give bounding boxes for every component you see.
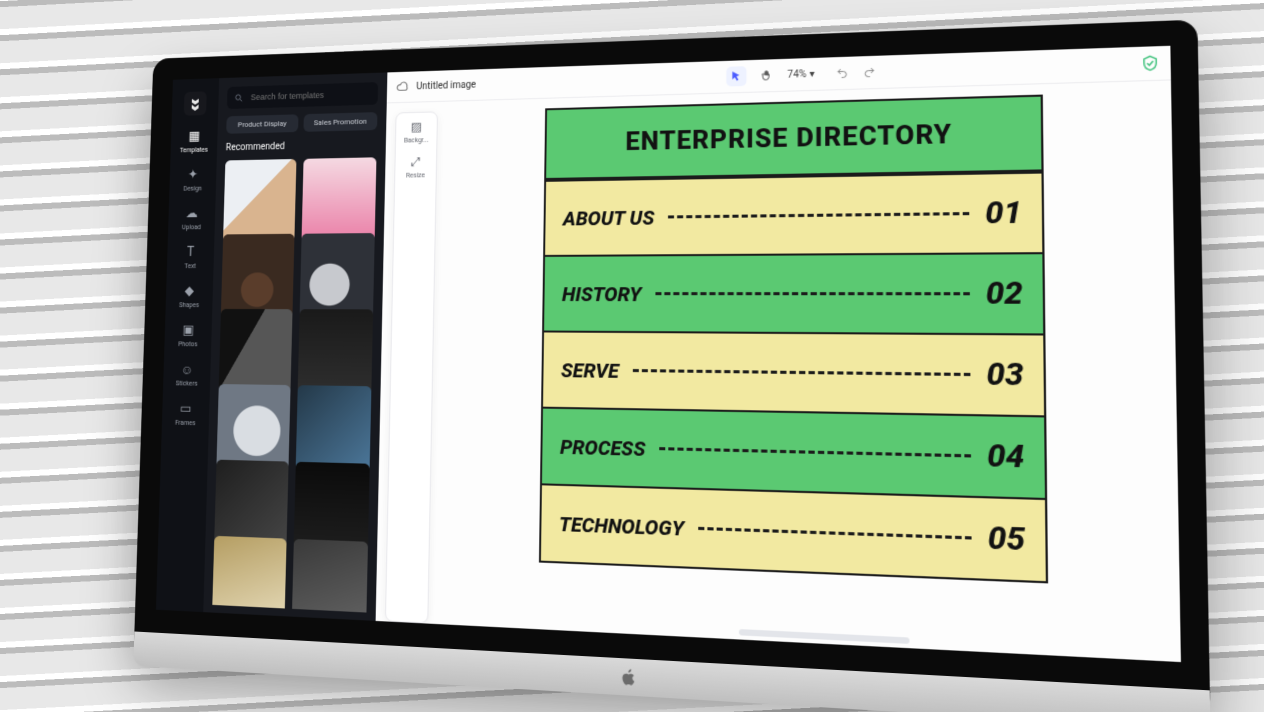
poster-row-number: 05 [987, 520, 1025, 559]
template-thumb[interactable]: Interior Upgrade [291, 539, 368, 613]
panel-label: Backgr... [404, 136, 429, 144]
poster-row[interactable]: SERVE 03 [543, 330, 1044, 415]
category-chips: Product Display Sales Promotion [226, 112, 377, 134]
resize-icon: ⤢ [411, 155, 421, 169]
poster-row-label: TECHNOLOGY [559, 511, 684, 540]
dash-separator [698, 527, 972, 540]
dash-separator [633, 369, 971, 376]
rail-label: Templates [180, 146, 208, 154]
screen-bezel: ▦ Templates ✦ Design ☁ Upload T Text [134, 20, 1211, 712]
cursor-tool[interactable] [726, 66, 746, 86]
rail-item-text[interactable]: T Text [182, 244, 198, 270]
template-grid[interactable]: 30% LONG SHIRT Period Offer Authentic Op… [212, 157, 376, 612]
monitor-mockup: ▦ Templates ✦ Design ☁ Upload T Text [102, 36, 1162, 676]
design-app: ▦ Templates ✦ Design ☁ Upload T Text [156, 46, 1181, 662]
poster[interactable]: ENTERPRISE DIRECTORY ABOUT US 01 HISTORY 02… [539, 95, 1048, 584]
rail-label: Design [183, 185, 202, 193]
panel-background-button[interactable]: ▨ Backgr... [404, 120, 429, 144]
poster-title: ENTERPRISE DIRECTORY [556, 118, 1030, 159]
topbar: Untitled image 74% ▾ [387, 46, 1171, 104]
design-icon: ✦ [185, 166, 201, 183]
panel-resize-button[interactable]: ⤢ Resize [406, 155, 425, 179]
rail-label: Frames [175, 419, 195, 427]
template-thumb[interactable]: Eco Friendly And High Efficient Options [212, 536, 286, 613]
frames-icon: ▭ [178, 400, 194, 417]
upload-icon: ☁ [184, 205, 200, 222]
shapes-icon: ◆ [181, 283, 197, 300]
background-icon: ▨ [411, 120, 423, 134]
app-logo[interactable] [184, 91, 207, 115]
rail-item-templates[interactable]: ▦ Templates [180, 128, 209, 154]
undo-button[interactable] [831, 63, 852, 84]
search-input[interactable] [249, 88, 371, 103]
toolbar-center: 74% ▾ [726, 62, 879, 87]
poster-row[interactable]: ABOUT US 01 [545, 172, 1042, 255]
stickers-icon: ☺ [179, 361, 195, 378]
photos-icon: ▣ [180, 322, 196, 339]
panel-label: Resize [406, 171, 425, 179]
chip-product-display[interactable]: Product Display [226, 114, 298, 133]
poster-row-label: HISTORY [562, 282, 642, 306]
poster-row-label: SERVE [561, 358, 619, 383]
doc-title[interactable]: Untitled image [416, 79, 476, 91]
rail-item-upload[interactable]: ☁ Upload [182, 205, 202, 231]
rail-item-frames[interactable]: ▭ Frames [175, 400, 196, 427]
hand-tool[interactable] [757, 65, 777, 86]
rail-label: Upload [182, 224, 201, 232]
rail-label: Photos [178, 340, 197, 348]
chevron-down-icon: ▾ [810, 68, 815, 79]
rail-item-stickers[interactable]: ☺ Stickers [176, 361, 198, 387]
poster-row[interactable]: TECHNOLOGY 05 [541, 483, 1046, 581]
poster-row-number: 03 [986, 356, 1024, 393]
section-heading: Recommended [226, 139, 377, 153]
rail-label: Stickers [176, 380, 198, 388]
poster-row-number: 04 [987, 438, 1025, 476]
rail-label: Shapes [179, 301, 199, 308]
chip-sales-promotion[interactable]: Sales Promotion [303, 112, 377, 132]
poster-header: ENTERPRISE DIRECTORY [546, 97, 1041, 180]
text-icon: T [183, 244, 199, 261]
horizontal-scrollbar[interactable] [739, 629, 910, 644]
canvas[interactable]: ENTERPRISE DIRECTORY ABOUT US 01 HISTORY 02… [428, 80, 1181, 662]
templates-icon: ▦ [186, 128, 202, 145]
cloud-icon [396, 80, 409, 94]
zoom-level[interactable]: 74% ▾ [787, 68, 814, 80]
template-search[interactable] [227, 82, 378, 109]
poster-row[interactable]: PROCESS 04 [542, 407, 1045, 498]
rail-item-shapes[interactable]: ◆ Shapes [179, 283, 200, 309]
redo-button[interactable] [858, 62, 879, 83]
poster-row-label: ABOUT US [563, 205, 655, 230]
poster-row[interactable]: HISTORY 02 [544, 252, 1043, 333]
search-icon [234, 92, 244, 102]
poster-row-label: PROCESS [560, 434, 646, 460]
canvas-area: Untitled image 74% ▾ [376, 46, 1181, 662]
zoom-value: 74% [787, 69, 806, 81]
template-sidebar: Product Display Sales Promotion Recommen… [203, 72, 387, 620]
dash-separator [668, 212, 970, 218]
dash-separator [659, 447, 971, 457]
rail-item-photos[interactable]: ▣ Photos [178, 322, 198, 348]
poster-row-number: 02 [986, 275, 1023, 312]
poster-row-number: 01 [985, 195, 1022, 232]
rail-label: Text [184, 262, 196, 269]
verified-icon[interactable] [1141, 55, 1159, 72]
dash-separator [655, 292, 970, 295]
rail-item-design[interactable]: ✦ Design [183, 166, 202, 192]
